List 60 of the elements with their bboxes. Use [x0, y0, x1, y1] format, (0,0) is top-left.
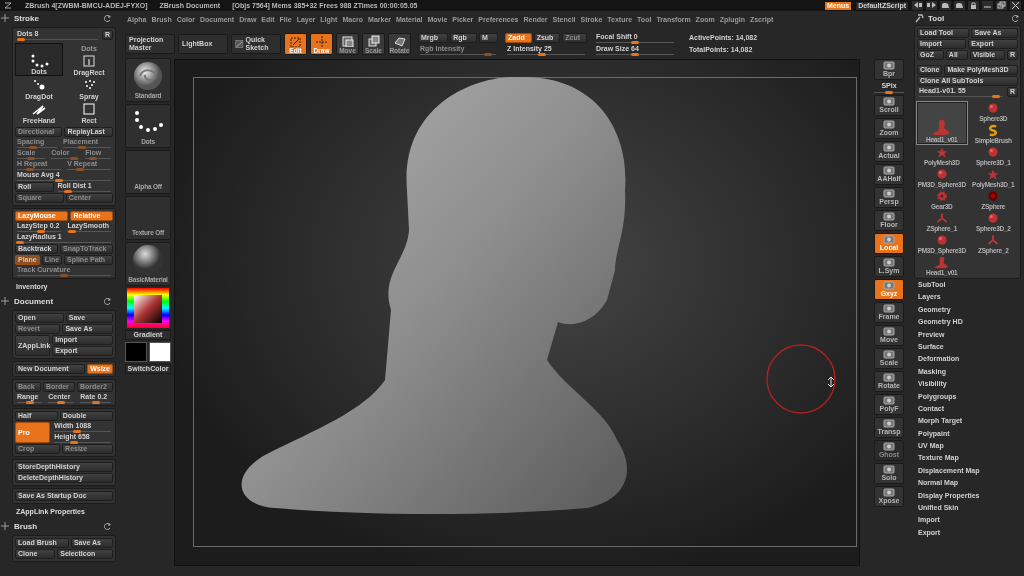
slider-thumb[interactable]: [631, 53, 639, 56]
color-swatch[interactable]: [125, 342, 147, 362]
slider-thumb[interactable]: [17, 38, 26, 41]
tool-glyph-icon: [882, 373, 896, 382]
tool-glyph-icon: [882, 143, 896, 152]
palette-title[interactable]: Document: [14, 296, 100, 306]
tool-glyph-icon: [882, 442, 896, 451]
palette-title[interactable]: Brush: [14, 521, 100, 531]
tool-glyph-icon: [882, 419, 896, 428]
move-box-icon: [340, 34, 355, 47]
brush-cursor-icon: [765, 343, 837, 415]
tool-glyph-icon: [882, 120, 896, 129]
color-swatch[interactable]: [149, 342, 171, 362]
restore-icon[interactable]: [996, 1, 1007, 10]
slider-thumb[interactable]: [57, 401, 66, 404]
cursor-icon: [827, 376, 835, 388]
refresh-icon[interactable]: [104, 522, 112, 530]
refresh-icon[interactable]: [104, 297, 112, 305]
tool-glyph-icon: [882, 465, 896, 474]
slider-thumb[interactable]: [64, 190, 73, 193]
slider-thumb[interactable]: [885, 91, 893, 94]
slider-thumb[interactable]: [37, 230, 46, 233]
rotate-box-icon: [392, 34, 407, 47]
tool-glyph-icon: [882, 327, 896, 336]
tool-glyph-icon: [882, 97, 896, 106]
palette-title[interactable]: Stroke: [14, 13, 100, 23]
hammer-icon: [914, 13, 924, 23]
scale-box-icon: [366, 34, 381, 47]
tool-glyph-icon: [882, 396, 896, 405]
tool-glyph-icon: [882, 281, 896, 290]
slider-thumb[interactable]: [72, 430, 81, 433]
tool-glyph-icon: [882, 488, 896, 497]
tool-glyph-icon: [882, 212, 896, 221]
sketch-icon: [235, 38, 244, 50]
app-logo-icon: [3, 1, 13, 10]
slider-thumb[interactable]: [55, 179, 64, 182]
slider-thumb[interactable]: [25, 401, 34, 404]
tool-glyph-icon: [882, 189, 896, 198]
tool-glyph-icon: [882, 350, 896, 359]
dots-icon: [29, 53, 49, 68]
slider-thumb[interactable]: [91, 401, 100, 404]
refresh-icon[interactable]: [104, 14, 112, 22]
palette-title[interactable]: Tool: [928, 13, 1008, 23]
color-picker: [127, 288, 169, 328]
tool-glyph-icon: [882, 304, 896, 313]
slider-thumb[interactable]: [992, 95, 1001, 98]
tool-glyph-icon: [882, 258, 896, 267]
refresh-icon[interactable]: [1012, 14, 1020, 22]
tool-glyph-icon: [882, 61, 896, 70]
crosshair-icon: [314, 34, 329, 47]
slider-thumb[interactable]: [15, 241, 24, 244]
tool-glyph-icon: [882, 166, 896, 175]
lock-icon[interactable]: [968, 1, 979, 10]
slider-thumb[interactable]: [538, 53, 547, 56]
minimize-icon[interactable]: [982, 1, 993, 10]
slider-thumb[interactable]: [70, 441, 79, 444]
tool-glyph-icon: [882, 235, 896, 244]
slider-thumb[interactable]: [631, 41, 639, 44]
close-icon[interactable]: [1010, 1, 1021, 10]
slider-thumb[interactable]: [67, 230, 76, 233]
